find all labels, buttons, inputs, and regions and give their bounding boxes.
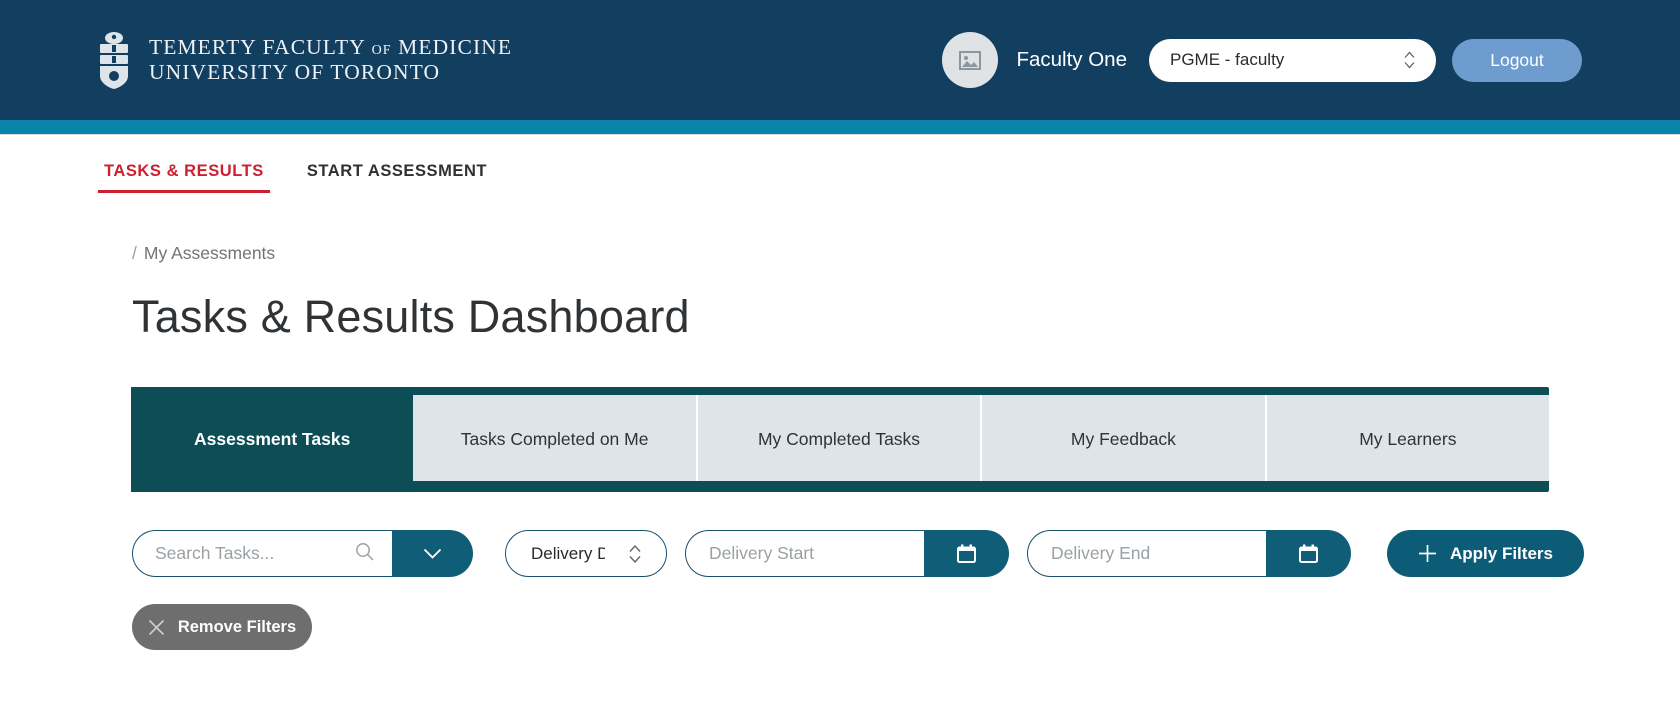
nav-item-start-assessment[interactable]: START ASSESSMENT [301,161,493,190]
role-select[interactable]: PGME - faculty [1149,38,1436,82]
brand-line1-b: MEDICINE [398,34,513,59]
brand-of: OF [371,42,392,58]
breadcrumb-item-my-assessments[interactable]: My Assessments [144,243,275,264]
delivery-end-group [1027,530,1351,577]
breadcrumb: / My Assessments [132,243,1680,264]
search-box [132,530,392,577]
close-x-icon [148,619,164,635]
logout-button[interactable]: Logout [1452,38,1582,82]
delivery-end-calendar-button[interactable] [1266,530,1351,577]
search-group [132,530,473,577]
delivery-start-group [685,530,1009,577]
university-crest-icon [100,32,128,89]
delivery-start-box [685,530,924,577]
plus-icon [1419,545,1436,562]
tab-tasks-completed-on-me[interactable]: Tasks Completed on Me [413,395,698,481]
stepper-up-down-icon [629,544,641,563]
tab-assessment-tasks[interactable]: Assessment Tasks [131,387,414,492]
delivery-end-box [1027,530,1266,577]
header-user-area: Faculty One PGME - faculty Logout [942,32,1582,88]
app-header: TEMERTY FACULTY OF MEDICINE UNIVERSITY O… [0,0,1680,120]
delivery-end-input[interactable] [1049,542,1239,565]
chevron-down-icon [423,548,442,559]
image-placeholder-icon [959,50,982,70]
user-name: Faculty One [1016,48,1127,71]
tab-my-completed-tasks[interactable]: My Completed Tasks [697,395,983,481]
brand-line1-a: TEMERTY FACULTY [149,34,366,59]
dashboard-tabs: Assessment Tasks Tasks Completed on Me M… [131,387,1550,492]
tab-my-feedback[interactable]: My Feedback [982,395,1267,481]
role-select-value: PGME - faculty [1170,50,1285,69]
brand-logo[interactable]: TEMERTY FACULTY OF MEDICINE UNIVERSITY O… [93,29,512,91]
main-content: / My Assessments Tasks & Results Dashboa… [0,243,1680,650]
calendar-icon [957,544,976,563]
delivery-start-input[interactable] [707,542,897,565]
sort-field-value: Delivery Date [531,543,605,563]
sort-field-select[interactable]: Delivery Date [505,530,667,577]
remove-filters-label: Remove Filters [177,617,297,636]
primary-nav: TASKS & RESULTS START ASSESSMENT [0,135,1680,193]
breadcrumb-separator: / [132,243,137,263]
tab-my-learners[interactable]: My Learners [1266,395,1550,481]
apply-filters-button[interactable]: Apply Filters [1387,530,1584,577]
calendar-icon [1299,544,1318,563]
filter-bar: Delivery Date [132,530,1680,577]
accent-band [0,120,1680,134]
search-icon [355,542,374,566]
avatar[interactable] [942,32,999,88]
page-title: Tasks & Results Dashboard [132,291,690,342]
stepper-up-down-icon [1404,51,1415,69]
search-input[interactable] [153,542,328,565]
nav-item-tasks-results[interactable]: TASKS & RESULTS [98,161,270,193]
delivery-start-calendar-button[interactable] [924,530,1009,577]
remove-filters-button[interactable]: Remove Filters [132,604,312,650]
apply-filters-label: Apply Filters [1450,543,1553,563]
search-dropdown-button[interactable] [392,530,473,577]
brand-line2: UNIVERSITY OF TORONTO [149,60,441,84]
brand-wordmark: TEMERTY FACULTY OF MEDICINE UNIVERSITY O… [149,35,512,86]
